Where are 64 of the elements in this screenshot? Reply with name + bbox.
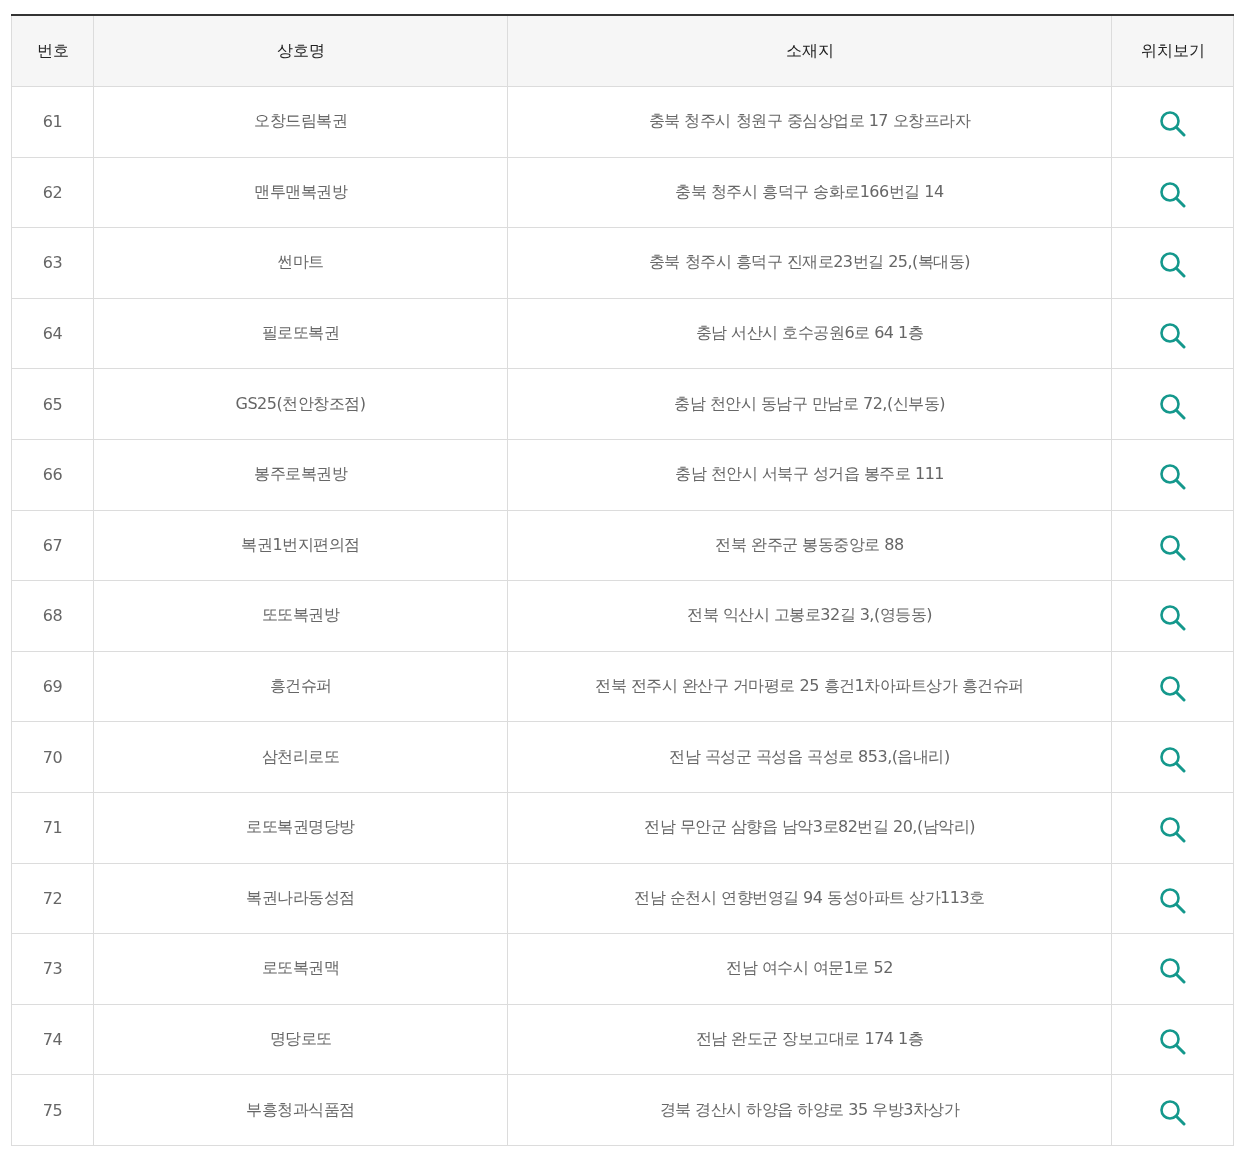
table-cell: 충북 청주시 흥덕구 송화로166번길 14	[675, 181, 944, 201]
search-icon[interactable]	[1159, 180, 1186, 208]
search-icon[interactable]	[1159, 604, 1186, 632]
table-cell: 63	[42, 253, 63, 273]
search-icon[interactable]	[1159, 392, 1186, 420]
table-cell: 복권나라동성점	[246, 887, 355, 907]
table-cell: 충남 천안시 서북구 성거읍 봉주로 111	[675, 464, 944, 484]
table-cell: 66	[42, 465, 63, 485]
table-cell: 명당로또	[269, 1029, 332, 1048]
table-cell: 삼천리로또	[261, 746, 340, 766]
table-cell: 68	[42, 606, 63, 626]
table-cell: 맨투맨복권방	[254, 181, 347, 201]
table-cell: 충남 천안시 동남구 만남로 72,(신부동)	[674, 393, 945, 413]
table-cell: 전북 익산시 고봉로32길 3,(영등동)	[687, 605, 932, 625]
search-icon[interactable]	[1159, 957, 1186, 985]
search-icon[interactable]	[1159, 816, 1186, 844]
table-cell: 74	[42, 1030, 63, 1049]
table-cell: 봉주로복권방	[254, 464, 347, 484]
table-cell: 71	[42, 818, 63, 838]
table-cell: 70	[42, 747, 63, 767]
table-cell: 69	[42, 677, 63, 697]
search-icon[interactable]	[1159, 251, 1186, 279]
table-cell: 65	[42, 394, 63, 414]
table-cell: 필로또복권	[261, 323, 340, 343]
table-cell: 썬마트	[277, 252, 324, 272]
table-cell: 72	[42, 888, 63, 908]
search-icon[interactable]	[1159, 745, 1186, 773]
table-cell: 충남 서산시 호수공원6로 64 1층	[695, 323, 924, 343]
column-header: 위치보기	[1140, 40, 1205, 60]
search-icon[interactable]	[1159, 322, 1186, 350]
table-cell: 64	[42, 324, 63, 344]
table-cell: 73	[42, 959, 63, 979]
table-cell: 경북 경산시 하양읍 하양로 35 우방3차상가	[659, 1099, 960, 1119]
column-header: 소재지	[785, 40, 834, 60]
table-cell: 전남 완도군 장보고대로 174 1층	[695, 1029, 924, 1048]
table-cell: 전북 전주시 완산구 거마평로 25 흥건1차아파트상가 흥건슈퍼	[595, 676, 1024, 696]
table-cell: 로또복권맥	[261, 958, 340, 978]
table-cell: 75	[42, 1100, 63, 1120]
search-icon[interactable]	[1159, 533, 1186, 561]
table-cell: 충북 청주시 청원구 중심상업로 17 오창프라자	[648, 111, 971, 131]
search-icon[interactable]	[1159, 1028, 1186, 1055]
table-cell: 오창드림복권	[254, 111, 347, 131]
search-icon[interactable]	[1159, 886, 1186, 914]
table-cell: 복권1번지편의점	[241, 534, 360, 554]
table-cell: 로또복권명당방	[246, 817, 355, 837]
table-cell: 또또복권방	[261, 605, 340, 625]
table-cell: 충북 청주시 흥덕구 진재로23번길 25,(복대동)	[648, 252, 971, 272]
table-cell: 전남 무안군 삼향읍 남악3로82번길 20,(남악리)	[644, 817, 975, 837]
search-icon[interactable]	[1159, 1098, 1186, 1126]
table-cell: 전남 여수시 여문1로 52	[726, 958, 893, 978]
column-header: 번호	[36, 40, 69, 60]
search-icon[interactable]	[1159, 463, 1186, 491]
table-cell: 부흥청과식품점	[246, 1099, 355, 1119]
search-icon[interactable]	[1159, 110, 1186, 138]
table-cell: 62	[42, 182, 63, 202]
table-cell: 67	[42, 535, 63, 555]
table-cell: 전남 곡성군 곡성읍 곡성로 853,(읍내리)	[669, 746, 950, 766]
column-header: 상호명	[276, 40, 325, 60]
table-cell: 흥건슈퍼	[269, 676, 332, 696]
table-cell: 전남 순천시 연향번영길 94 동성아파트 상가113호	[634, 887, 985, 907]
search-icon[interactable]	[1159, 675, 1186, 703]
table-cell: 61	[42, 112, 63, 132]
table-cell: GS25(천안창조점)	[235, 393, 366, 413]
table-cell: 전북 완주군 봉동중앙로 88	[715, 534, 904, 554]
